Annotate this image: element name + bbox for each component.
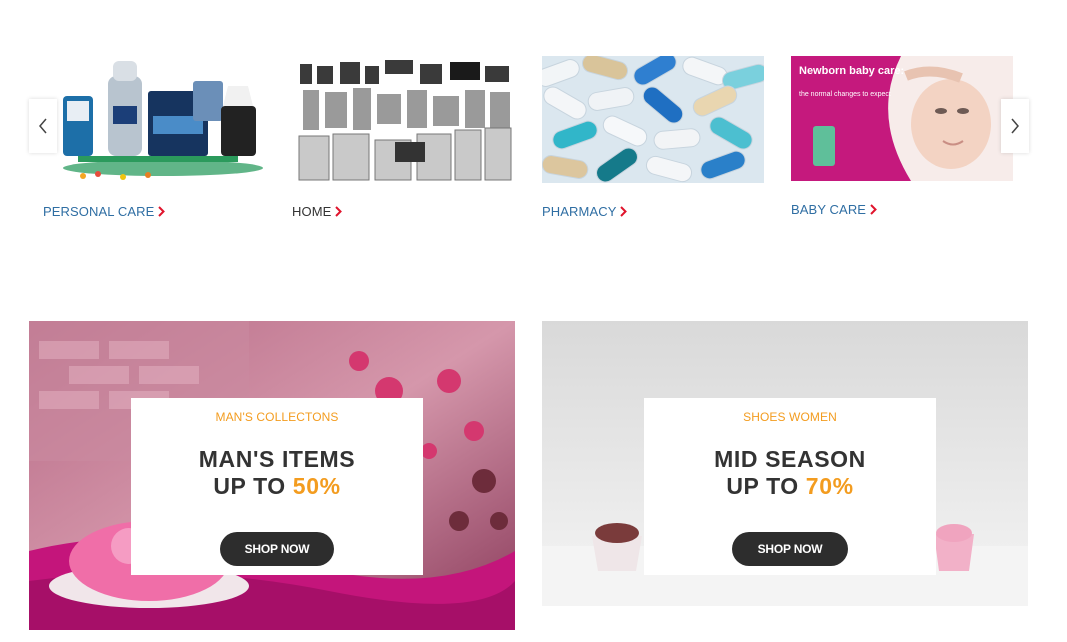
promo-discount-prefix: UP TO bbox=[726, 473, 806, 499]
category-link-pharmacy[interactable]: PHARMACY bbox=[542, 204, 628, 219]
promo-discount-prefix: UP TO bbox=[213, 473, 293, 499]
promo-discount-line: UP TO 50% bbox=[131, 473, 423, 500]
category-item-personal-care[interactable]: PERSONAL CARE bbox=[43, 56, 275, 219]
promo-discount-line: UP TO 70% bbox=[644, 473, 936, 500]
promo-banner-mens[interactable]: MAN'S COLLECTONS MAN'S ITEMS UP TO 50% S… bbox=[29, 321, 515, 630]
promo-card-shoes: SHOES WOMEN MID SEASON UP TO 70% SHOP NO… bbox=[644, 398, 936, 575]
category-link-baby-care[interactable]: BABY CARE bbox=[791, 202, 878, 217]
chevron-right-icon bbox=[158, 206, 166, 217]
baby-care-image[interactable]: Newborn baby care: the normal changes to… bbox=[791, 56, 1013, 181]
promo-banner-shoes[interactable]: SHOES WOMEN MID SEASON UP TO 70% SHOP NO… bbox=[542, 321, 1028, 630]
shop-now-button[interactable]: SHOP NOW bbox=[220, 532, 334, 566]
carousel-prev-button[interactable] bbox=[29, 99, 57, 153]
category-item-home[interactable]: HOME bbox=[292, 56, 517, 219]
category-label: BABY CARE bbox=[791, 202, 867, 217]
chevron-right-icon bbox=[620, 206, 628, 217]
promo-headline: MID SEASON bbox=[714, 446, 866, 472]
personal-care-image[interactable] bbox=[53, 56, 275, 183]
category-label: PERSONAL CARE bbox=[43, 204, 155, 219]
category-link-personal-care[interactable]: PERSONAL CARE bbox=[43, 204, 166, 219]
category-label: HOME bbox=[292, 204, 332, 219]
promo-card-mens: MAN'S COLLECTONS MAN'S ITEMS UP TO 50% S… bbox=[131, 398, 423, 575]
shop-now-button[interactable]: SHOP NOW bbox=[732, 532, 848, 566]
carousel-next-button[interactable] bbox=[1001, 99, 1029, 153]
baby-care-image-subtitle: the normal changes to expect bbox=[799, 91, 891, 98]
promo-kicker: SHOES WOMEN bbox=[743, 410, 837, 424]
category-label: PHARMACY bbox=[542, 204, 617, 219]
chevron-right-icon bbox=[1011, 118, 1019, 134]
category-item-pharmacy[interactable]: PHARMACY bbox=[542, 56, 766, 219]
promo-kicker: MAN'S COLLECTONS bbox=[215, 410, 339, 424]
promo-discount-percent: 70% bbox=[805, 473, 854, 499]
chevron-left-icon bbox=[39, 118, 47, 134]
promo-headline: MAN'S ITEMS bbox=[198, 446, 356, 472]
category-link-home[interactable]: HOME bbox=[292, 204, 343, 219]
promo-discount-percent: 50% bbox=[292, 473, 341, 499]
chevron-right-icon bbox=[335, 206, 343, 217]
baby-care-image-title: Newborn baby care: bbox=[799, 65, 904, 77]
category-item-baby-care[interactable]: Newborn baby care: the normal changes to… bbox=[791, 56, 1015, 217]
home-appliances-image[interactable] bbox=[295, 56, 517, 183]
category-carousel: PERSONAL CARE HOME PHARMACY Newborn baby… bbox=[0, 0, 1067, 260]
pharmacy-pills-image[interactable] bbox=[542, 56, 764, 183]
chevron-right-icon bbox=[870, 204, 878, 215]
